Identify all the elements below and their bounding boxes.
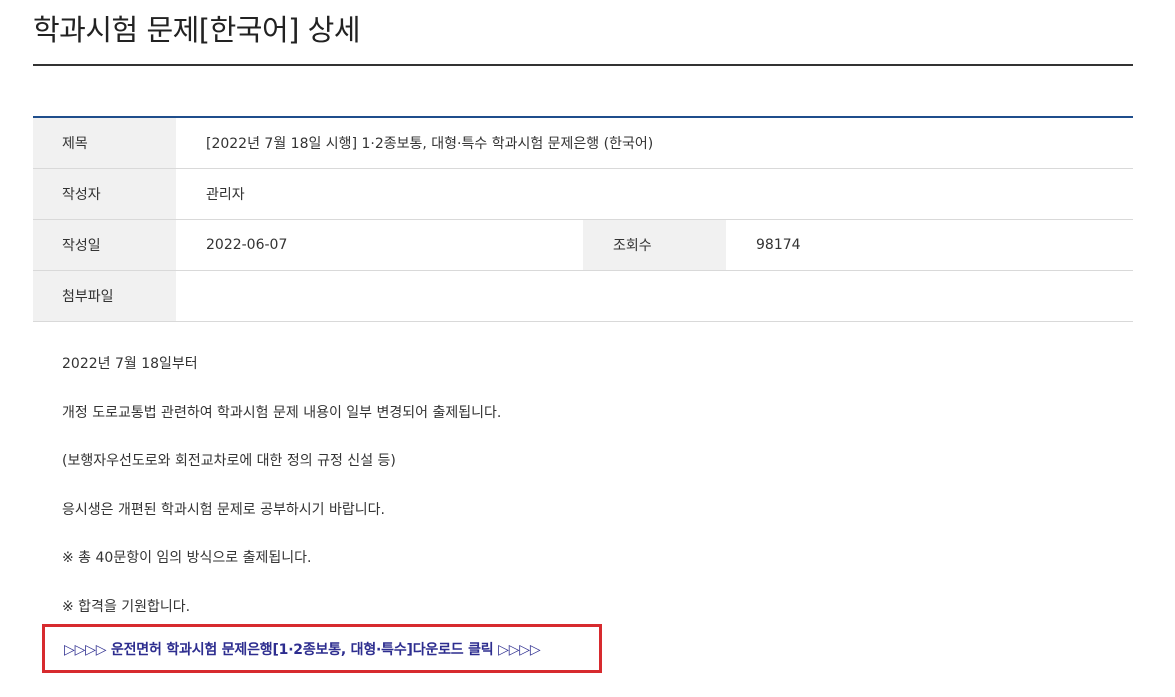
date-label: 작성일 [33,220,176,270]
page-title: 학과시험 문제[한국어] 상세 [33,13,361,47]
info-row-attachment: 첨부파일 [33,271,1133,322]
post-content: 2022년 7월 18일부터 개정 도로교통법 관련하여 학과시험 문제 내용이… [62,350,501,641]
attachment-value [176,271,1133,321]
attachment-label: 첨부파일 [33,271,176,321]
subject-label: 제목 [33,118,176,168]
content-line: (보행자우선도로와 회전교차로에 대한 정의 규정 신설 등) [62,453,396,469]
info-row-subject: 제목 [2022년 7월 18일 시행] 1·2종보통, 대형·특수 학과시험 … [33,118,1133,169]
views-value: 98174 [756,237,801,253]
author-value: 관리자 [206,187,245,203]
author-label: 작성자 [33,169,176,219]
content-line: 개정 도로교통법 관련하여 학과시험 문제 내용이 일부 변경되어 출제됩니다. [62,404,502,421]
content-line: 2022년 7월 18일부터 [62,356,198,372]
info-row-author: 작성자 관리자 [33,169,1133,220]
info-table: 제목 [2022년 7월 18일 시행] 1·2종보통, 대형·특수 학과시험 … [33,116,1133,322]
page: 학과시험 문제[한국어] 상세 제목 [2022년 7월 18일 시행] 1·2… [0,0,1175,697]
content-line: 응시생은 개편된 학과시험 문제로 공부하시기 바랍니다. [62,501,385,518]
content-line: ※ 총 40문항이 임의 방식으로 출제됩니다. [62,550,312,566]
views-label: 조회수 [583,220,726,270]
title-divider [33,64,1133,66]
date-value: 2022-06-07 [206,237,288,253]
download-link[interactable]: ▷▷▷▷ 운전면허 학과시험 문제은행[1·2종보통, 대형·특수]다운로드 클… [64,639,541,659]
download-highlight-box: ▷▷▷▷ 운전면허 학과시험 문제은행[1·2종보통, 대형·특수]다운로드 클… [42,624,602,673]
info-row-date: 작성일 2022-06-07 조회수 98174 [33,220,1133,271]
subject-value: [2022년 7월 18일 시행] 1·2종보통, 대형·특수 학과시험 문제은… [206,136,654,152]
